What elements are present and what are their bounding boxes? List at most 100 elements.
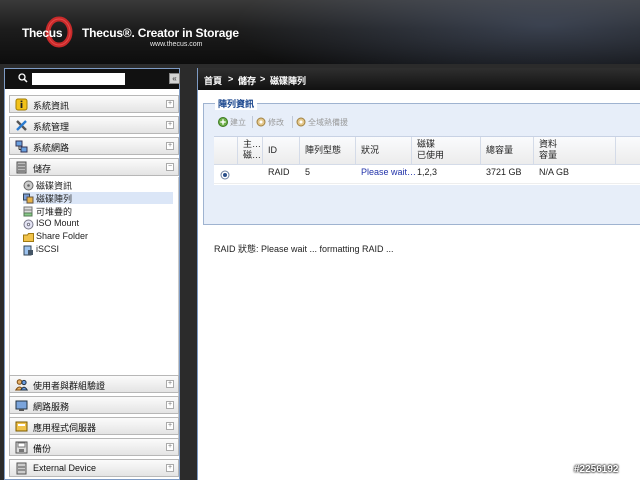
row-select-radio[interactable] — [220, 170, 230, 180]
sidebar-item-raid[interactable]: 磁碟陣列 — [23, 192, 173, 204]
sidebar-item-label: 磁碟陣列 — [36, 194, 73, 204]
breadcrumb-raid: 磁碟陣列 — [270, 76, 307, 86]
app-server-icon — [15, 421, 28, 432]
sidebar-group-label: 儲存 — [33, 164, 52, 174]
sidebar-group-backup[interactable]: 備份 + — [9, 438, 179, 456]
expand-icon[interactable]: + — [166, 464, 174, 472]
sidebar-item-label: iSCSI — [36, 244, 60, 254]
sidebar-group-label: 系統網路 — [33, 143, 70, 153]
sidebar-group-app-server[interactable]: 應用程式伺服器 + — [9, 417, 179, 435]
sidebar-item-label: ISO Mount — [36, 218, 80, 228]
header-background — [180, 0, 640, 64]
backup-icon — [15, 441, 28, 454]
folder-icon — [23, 233, 34, 242]
sidebar-group-label: External Device — [33, 463, 97, 473]
column-header-select — [214, 137, 238, 165]
sidebar: « 系統資訊 + 系統管理 + 系統網路 + 儲存 − 磁碟資訊 磁碟陣列 可堆… — [4, 68, 180, 480]
breadcrumb-separator: > — [260, 74, 266, 84]
expand-icon[interactable]: + — [166, 443, 174, 451]
info-icon — [15, 98, 28, 111]
sidebar-search-input[interactable] — [32, 73, 125, 85]
sidebar-group-external-device[interactable]: External Device + — [9, 459, 179, 477]
users-icon — [15, 379, 28, 391]
sidebar-group-label: 網路服務 — [33, 402, 70, 412]
sidebar-item-label: Share Folder — [36, 231, 89, 241]
edit-button[interactable]: 修改 — [256, 116, 290, 129]
iscsi-icon — [23, 245, 33, 256]
sidebar-group-label: 使用者與群組驗證 — [33, 381, 106, 391]
create-button[interactable]: 建立 — [218, 116, 250, 129]
global-hot-spare-button[interactable]: 全域熱備援 — [296, 116, 356, 129]
storage-icon — [16, 161, 27, 174]
breadcrumb: 首頁 > 儲存 > 磁碟陣列 — [198, 68, 640, 90]
raid-icon — [23, 193, 34, 204]
main-panel: 首頁 > 儲存 > 磁碟陣列 建立 修改 全域熱備援 主… 磁… ID 陣列型態… — [197, 68, 640, 480]
sidebar-group-users-groups[interactable]: 使用者與群組驗證 + — [9, 375, 179, 393]
breadcrumb-separator: > — [228, 74, 234, 84]
app-header: Thecus Thecus®. Creator in Storage www.t… — [0, 0, 640, 64]
sidebar-search-bar: « — [5, 69, 180, 89]
search-icon — [18, 73, 28, 83]
expand-icon[interactable]: + — [166, 100, 174, 108]
sidebar-group-label: 備份 — [33, 444, 52, 454]
sidebar-item-iscsi[interactable]: iSCSI — [23, 244, 173, 256]
cell-status[interactable]: Please wait… — [361, 167, 416, 181]
raid-info-panel: 建立 修改 全域熱備援 主… 磁… ID 陣列型態 狀況 磁碟 已使用 總容量 … — [203, 103, 640, 254]
sidebar-item-label: 可堆疊的 — [36, 207, 73, 217]
iso-icon — [23, 219, 34, 230]
watermark: #2256192 — [574, 464, 619, 475]
network-service-icon — [15, 400, 28, 411]
cell-disks-used: 1,2,3 — [417, 167, 438, 177]
network-icon — [15, 140, 28, 153]
sidebar-group-system-management[interactable]: 系統管理 + — [9, 116, 179, 134]
sidebar-group-system-network[interactable]: 系統網路 + — [9, 137, 179, 155]
expand-icon[interactable]: + — [166, 380, 174, 388]
sidebar-item-stackable[interactable]: 可堆疊的 — [23, 205, 173, 217]
raid-toolbar: 建立 修改 全域熱備援 — [214, 114, 634, 130]
sidebar-group-label: 系統管理 — [33, 122, 70, 132]
column-header-raid-level[interactable]: 陣列型態 — [300, 137, 356, 165]
sidebar-group-network-service[interactable]: 網路服務 + — [9, 396, 179, 414]
sidebar-group-label: 應用程式伺服器 — [33, 423, 97, 433]
create-button-label: 建立 — [230, 118, 246, 127]
column-header-disks-used[interactable]: 磁碟 已使用 — [412, 137, 481, 165]
add-icon — [218, 117, 228, 127]
expand-icon[interactable]: + — [166, 121, 174, 129]
sidebar-group-storage[interactable]: 儲存 − — [9, 158, 179, 176]
sidebar-item-label: 磁碟資訊 — [36, 181, 73, 191]
external-device-icon — [16, 462, 27, 475]
global-hot-spare-label: 全域熱備援 — [308, 118, 348, 127]
stack-icon — [23, 206, 33, 217]
cell-id: RAID — [268, 167, 290, 177]
breadcrumb-home[interactable]: 首頁 — [204, 74, 222, 87]
expand-icon[interactable]: + — [166, 142, 174, 150]
panel-title: 陣列資訊 — [215, 97, 258, 110]
sidebar-group-system-info[interactable]: 系統資訊 + — [9, 95, 179, 113]
brand-url: www.thecus.com — [150, 41, 203, 48]
sidebar-item-share-folder[interactable]: Share Folder — [23, 231, 173, 243]
sidebar-item-iso-mount[interactable]: ISO Mount — [23, 218, 173, 230]
expand-icon[interactable]: + — [166, 422, 174, 430]
cell-data-capacity: N/A GB — [539, 167, 570, 177]
column-header-master[interactable]: 主… 磁… — [238, 137, 263, 165]
column-header-filler — [616, 137, 640, 165]
hot-spare-icon — [296, 117, 306, 127]
sidebar-collapse-button[interactable]: « — [169, 73, 180, 84]
sidebar-group-label: 系統資訊 — [33, 101, 70, 111]
disk-info-icon — [23, 180, 34, 191]
sidebar-item-disk-info[interactable]: 磁碟資訊 — [23, 179, 173, 191]
cell-total-capacity: 3721 GB — [486, 167, 522, 177]
column-header-total-capacity[interactable]: 總容量 — [481, 137, 534, 165]
brand-logo-text: Thecus — [22, 26, 63, 40]
breadcrumb-storage[interactable]: 儲存 — [238, 74, 256, 87]
collapse-icon[interactable]: − — [166, 163, 174, 171]
edit-icon — [256, 117, 266, 127]
column-header-id[interactable]: ID — [263, 137, 300, 165]
brand-tagline: Thecus®. Creator in Storage — [82, 26, 239, 40]
toolbar-separator — [292, 116, 293, 128]
expand-icon[interactable]: + — [166, 401, 174, 409]
cell-raid-level: 5 — [305, 167, 311, 177]
column-header-data-capacity[interactable]: 資料 容量 — [534, 137, 616, 165]
column-header-status[interactable]: 狀況 — [356, 137, 412, 165]
tools-icon — [16, 120, 27, 131]
